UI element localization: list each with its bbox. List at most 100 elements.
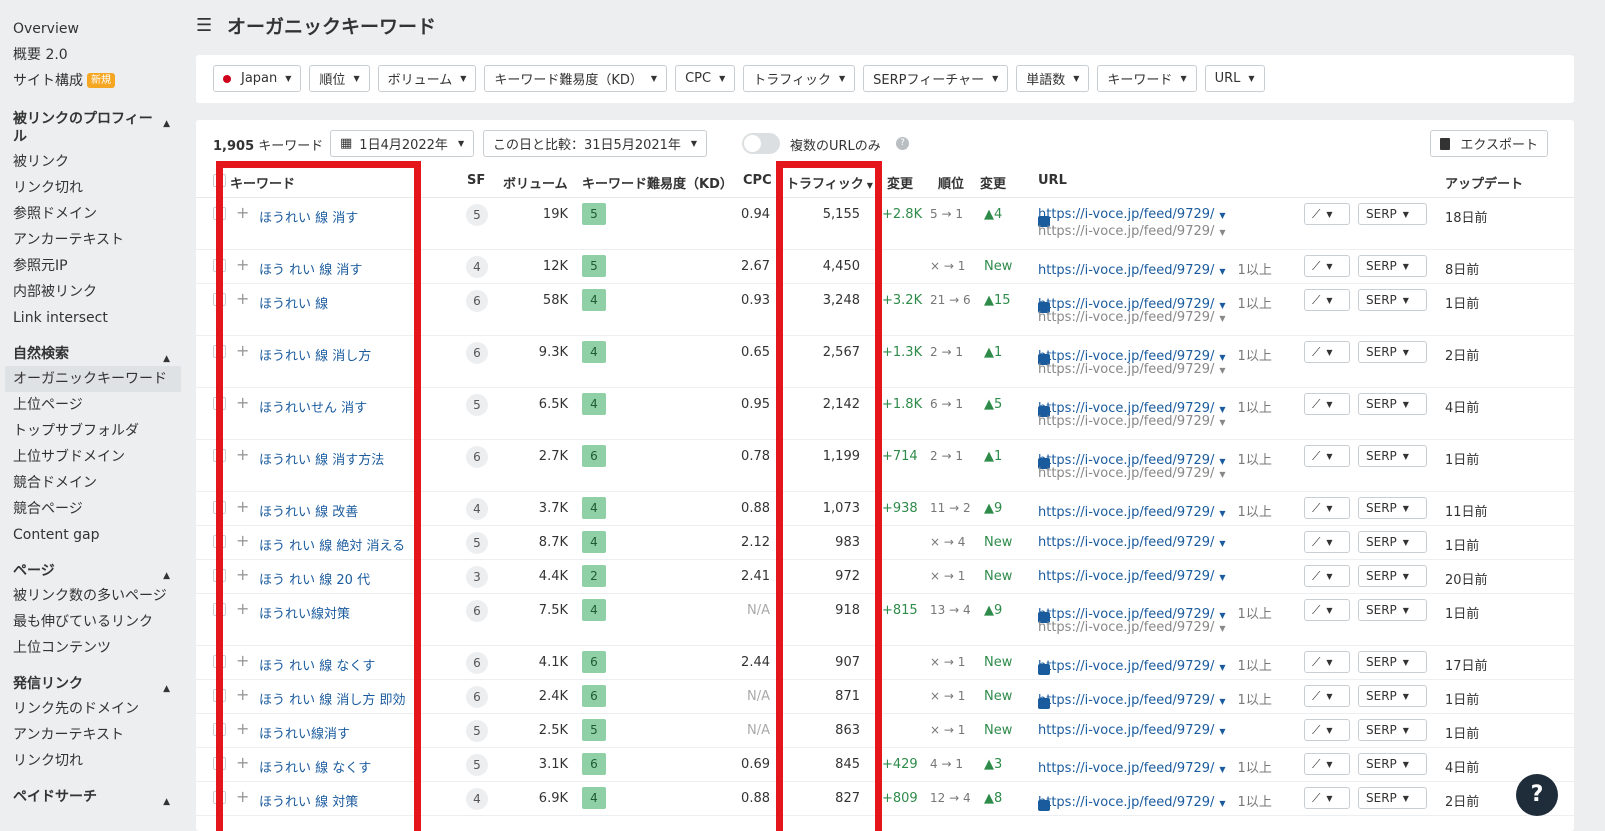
row-checkbox[interactable] <box>213 293 226 306</box>
plus-icon[interactable]: + <box>236 497 249 516</box>
sidebar-item[interactable]: リンク切れ <box>0 748 186 774</box>
row-checkbox[interactable] <box>213 603 226 616</box>
keyword-link[interactable]: ほう れい 線 消す <box>259 259 362 278</box>
sidebar-item[interactable]: リンク先のドメイン <box>0 696 186 722</box>
sf-badge[interactable]: 5 <box>466 394 488 416</box>
url-link[interactable]: https://i-voce.jp/feed/9729/ ▼ <box>1038 207 1226 227</box>
date-picker-button[interactable]: ▦ 1日4月2022年 ▼ <box>330 130 475 157</box>
sf-badge[interactable]: 6 <box>466 652 488 674</box>
url-link[interactable]: https://i-voce.jp/feed/9729/ ▼ 1以上 <box>1038 757 1272 776</box>
col-kd[interactable]: キーワード難易度（KD） <box>582 173 733 192</box>
col-cpc[interactable]: CPC <box>743 173 772 188</box>
serp-button[interactable]: SERP ▼ <box>1358 787 1427 809</box>
filter-button[interactable]: 単語数 ▼ <box>1016 65 1090 92</box>
row-checkbox[interactable] <box>213 397 226 410</box>
sidebar-item[interactable]: 被リンク数の多いページ <box>0 583 186 609</box>
url-link[interactable]: https://i-voce.jp/feed/9729/ ▼ 1以上 <box>1038 501 1272 520</box>
more-urls-label[interactable]: 1以上 <box>1238 349 1272 364</box>
sidebar-item[interactable]: 競合ページ <box>0 496 186 522</box>
plus-icon[interactable]: + <box>236 787 249 806</box>
previous-url[interactable]: https://i-voce.jp/feed/9729/ ▼ <box>1038 414 1226 429</box>
more-urls-label[interactable]: 1以上 <box>1238 505 1272 520</box>
keyword-link[interactable]: ほうれい 線 消す方法 <box>259 449 384 468</box>
sidebar-item[interactable]: アンカーテキスト <box>0 227 186 253</box>
serp-button[interactable]: SERP ▼ <box>1358 531 1427 553</box>
more-urls-label[interactable]: 1以上 <box>1238 659 1272 674</box>
sidebar-item[interactable]: オーガニックキーワード <box>5 366 181 392</box>
sidebar-item[interactable]: 最も伸びているリンク <box>0 609 186 635</box>
serp-button[interactable]: SERP ▼ <box>1358 445 1427 467</box>
plus-icon[interactable]: + <box>236 531 249 550</box>
plus-icon[interactable]: + <box>236 445 249 464</box>
filter-button[interactable]: URL ▼ <box>1204 65 1265 92</box>
row-checkbox[interactable] <box>213 757 226 770</box>
keyword-link[interactable]: ほうれい線対策 <box>259 603 350 622</box>
chart-button[interactable]: ⟋ ▼ <box>1304 531 1350 553</box>
serp-button[interactable]: SERP ▼ <box>1358 203 1427 225</box>
row-checkbox[interactable] <box>213 569 226 582</box>
more-urls-label[interactable]: 1以上 <box>1238 607 1272 622</box>
sidebar-item[interactable]: Link intersect <box>0 305 186 331</box>
url-link[interactable]: https://i-voce.jp/feed/9729/ ▼ 1以上 <box>1038 259 1272 278</box>
url-link[interactable]: https://i-voce.jp/feed/9729/ ▼ 1以上 <box>1038 689 1272 709</box>
multiple-urls-toggle[interactable] <box>742 133 780 154</box>
plus-icon[interactable]: + <box>236 685 249 704</box>
col-position-change[interactable]: 変更 <box>980 173 1006 192</box>
sf-badge[interactable]: 4 <box>466 498 488 520</box>
more-urls-label[interactable]: 1以上 <box>1238 263 1272 278</box>
plus-icon[interactable]: + <box>236 255 249 274</box>
more-urls-label[interactable]: 1以上 <box>1238 795 1272 810</box>
col-position[interactable]: 順位 <box>938 173 964 192</box>
sidebar-section-header[interactable]: 自然検索 ▲ <box>0 345 186 364</box>
sf-badge[interactable]: 4 <box>466 788 488 810</box>
keyword-link[interactable]: ほうれい線消す <box>259 723 350 742</box>
sidebar-item[interactable]: リンク切れ <box>0 175 186 201</box>
sidebar-item[interactable]: 上位サブドメイン <box>0 444 186 470</box>
row-checkbox[interactable] <box>213 501 226 514</box>
more-urls-label[interactable]: 1以上 <box>1238 297 1272 312</box>
sf-badge[interactable]: 6 <box>466 686 488 708</box>
chart-button[interactable]: ⟋ ▼ <box>1304 565 1350 587</box>
filter-button[interactable]: トラフィック ▼ <box>743 65 856 92</box>
serp-button[interactable]: SERP ▼ <box>1358 719 1427 741</box>
keyword-link[interactable]: ほうれい 線 対策 <box>259 791 358 810</box>
sidebar-item[interactable]: Content gap <box>0 522 186 548</box>
sf-badge[interactable]: 6 <box>466 600 488 622</box>
serp-button[interactable]: SERP ▼ <box>1358 255 1427 277</box>
filter-button[interactable]: SERPフィーチャー ▼ <box>863 65 1009 92</box>
col-change[interactable]: 変更 <box>887 173 913 192</box>
sf-badge[interactable]: 5 <box>466 754 488 776</box>
keyword-link[interactable]: ほう れい 線 絶対 消える <box>259 535 405 554</box>
sidebar-item[interactable]: アンカーテキスト <box>0 722 186 748</box>
sidebar-item[interactable]: 競合ドメイン <box>0 470 186 496</box>
sf-badge[interactable]: 6 <box>466 342 488 364</box>
keyword-link[interactable]: ほうれい 線 消す <box>259 207 358 226</box>
url-link[interactable]: https://i-voce.jp/feed/9729/ ▼ <box>1038 535 1226 550</box>
chart-button[interactable]: ⟋ ▼ <box>1304 393 1350 415</box>
help-button[interactable]: ? <box>1516 774 1558 816</box>
row-checkbox[interactable] <box>213 535 226 548</box>
sidebar-item[interactable]: Overview <box>0 16 186 42</box>
filter-button[interactable]: Japan ▼ <box>213 65 302 92</box>
filter-button[interactable]: ボリューム ▼ <box>377 65 477 92</box>
keyword-link[interactable]: ほうれいせん 消す <box>259 397 367 416</box>
chart-button[interactable]: ⟋ ▼ <box>1304 255 1350 277</box>
serp-button[interactable]: SERP ▼ <box>1358 289 1427 311</box>
row-checkbox[interactable] <box>213 449 226 462</box>
chart-button[interactable]: ⟋ ▼ <box>1304 289 1350 311</box>
col-traffic[interactable]: トラフィック ▼ <box>786 173 873 192</box>
row-checkbox[interactable] <box>213 791 226 804</box>
serp-button[interactable]: SERP ▼ <box>1358 497 1427 519</box>
sidebar-item[interactable]: 概要 2.0 <box>0 42 186 68</box>
col-updated[interactable]: アップデート <box>1445 173 1523 192</box>
keyword-link[interactable]: ほうれい 線 消し方 <box>259 345 371 364</box>
more-urls-label[interactable]: 1以上 <box>1238 761 1272 776</box>
keyword-link[interactable]: ほう れい 線 消し方 即効 <box>259 689 406 708</box>
plus-icon[interactable]: + <box>236 393 249 412</box>
sf-badge[interactable]: 5 <box>466 532 488 554</box>
help-icon[interactable]: ? <box>896 137 909 150</box>
row-checkbox[interactable] <box>213 689 226 702</box>
sf-badge[interactable]: 3 <box>466 566 488 588</box>
previous-url[interactable]: https://i-voce.jp/feed/9729/ ▼ <box>1038 224 1226 239</box>
filter-button[interactable]: キーワード ▼ <box>1097 65 1197 92</box>
